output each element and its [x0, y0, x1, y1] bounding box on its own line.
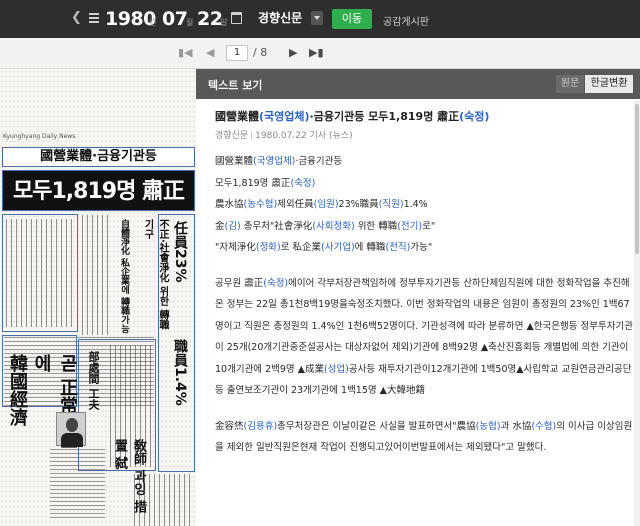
- next-page-icon[interactable]: ▶: [289, 46, 297, 59]
- headline-main[interactable]: 모두1,819명 肅正: [2, 170, 195, 211]
- hangul-convert-toggle[interactable]: 한글변환: [585, 75, 633, 93]
- panel-scrollbar[interactable]: [634, 100, 640, 526]
- article-content: 國營業體(국영업체)·금융기관등 모두1,819명 肅正(숙정) 경향신문 | 19…: [215, 109, 635, 459]
- masthead-text: Kyunghyang Daily News: [3, 133, 76, 140]
- body-line: 國營業體(국영업체)·금융기관등: [215, 156, 343, 167]
- text-column: [6, 219, 74, 327]
- text-view-panel: 텍스트 보기 원문 한글변환 國營業體(국영업체)·금융기관등 모두1,819명…: [196, 69, 640, 526]
- name-headline: 部處間 工夫: [87, 351, 100, 410]
- chevron-down-icon[interactable]: [311, 11, 323, 25]
- page-total: / 8: [253, 46, 268, 59]
- month-unit: 월: [186, 18, 194, 27]
- body-paragraph: 공무원 肅正(숙정)에이어 각부처장관책임하에 정부투자기관등 산하단체임직원에…: [215, 277, 633, 397]
- month-value[interactable]: 07: [162, 8, 188, 30]
- scrollbar-thumb[interactable]: [635, 104, 639, 254]
- first-page-icon[interactable]: ▮◀: [178, 46, 193, 59]
- newspaper-page-image[interactable]: Kyunghyang Daily News 國營業體·금융기관등 모두1,819…: [0, 69, 196, 526]
- text-column: [82, 215, 112, 335]
- prev-date-arrow-icon[interactable]: ❮: [71, 10, 82, 25]
- meta-type: 기사 (뉴스): [309, 131, 353, 141]
- calendar-icon[interactable]: [231, 12, 242, 24]
- article-title: 國營業體(국영업체)·금융기관등 모두1,819명 肅正(숙정): [215, 110, 490, 123]
- date-toolbar: ❮ 1980 년 07 월 22 일 경향신문 이동 공감게시판: [0, 0, 640, 38]
- body-line: 農水協(농수협)제외任員(임원)23%職員(직원)1.4%: [215, 199, 428, 210]
- newspaper-select[interactable]: 경향신문: [258, 9, 302, 26]
- body-paragraph: 金容烋(김용휴)총무처장관은 이날이같은 사실을 발표하면서"農協(농협)과 水…: [215, 420, 633, 454]
- day-unit: 일: [220, 18, 228, 27]
- text-column: [134, 474, 194, 526]
- original-text-toggle[interactable]: 원문: [556, 75, 584, 93]
- year-unit: 년: [149, 18, 157, 27]
- body-line: "자체淨化(정화)로 私企業(사기업)에 轉職(전직)가능": [215, 242, 433, 253]
- text-block: [50, 449, 105, 519]
- portrait-photo: [56, 412, 86, 447]
- page-navigation: ▮◀ ◀ 1 / 8 ▶ ▶▮: [0, 38, 640, 69]
- last-page-icon[interactable]: ▶▮: [309, 46, 324, 59]
- board-link[interactable]: 공감게시판: [383, 13, 429, 28]
- side-headline-2: 職員1.4%: [172, 339, 188, 406]
- big-headline-1: 韓國經濟: [7, 354, 28, 426]
- meta-date: 1980.07.22: [255, 131, 307, 141]
- panel-header: 텍스트 보기 원문 한글변환: [196, 69, 640, 99]
- body-line: 모두1,819명 肅正(숙정): [215, 177, 316, 189]
- prev-page-icon[interactable]: ◀: [206, 46, 214, 59]
- meta-source: 경향신문: [215, 131, 249, 141]
- side-headline-1: 任員23%: [172, 221, 188, 283]
- headline-top[interactable]: 國營業體·금융기관등: [2, 147, 195, 167]
- column-headline: 自體淨化 私企業에 轉職가능: [119, 219, 129, 334]
- day-value[interactable]: 22: [197, 8, 223, 30]
- article-body: 國營業體(국영업체)·금융기관등 모두1,819명 肅正(숙정) 農水協(농수협…: [215, 151, 635, 459]
- panel-title: 텍스트 보기: [208, 79, 263, 92]
- body-line: 金(김) 총무처"社會淨化(사회정화) 위한 轉職(전기)로": [215, 220, 436, 232]
- list-icon[interactable]: [89, 13, 99, 23]
- article-meta: 경향신문 | 1980.07.22 기사 (뉴스): [215, 131, 353, 141]
- page-number-input[interactable]: 1: [226, 45, 248, 61]
- go-button[interactable]: 이동: [332, 9, 372, 29]
